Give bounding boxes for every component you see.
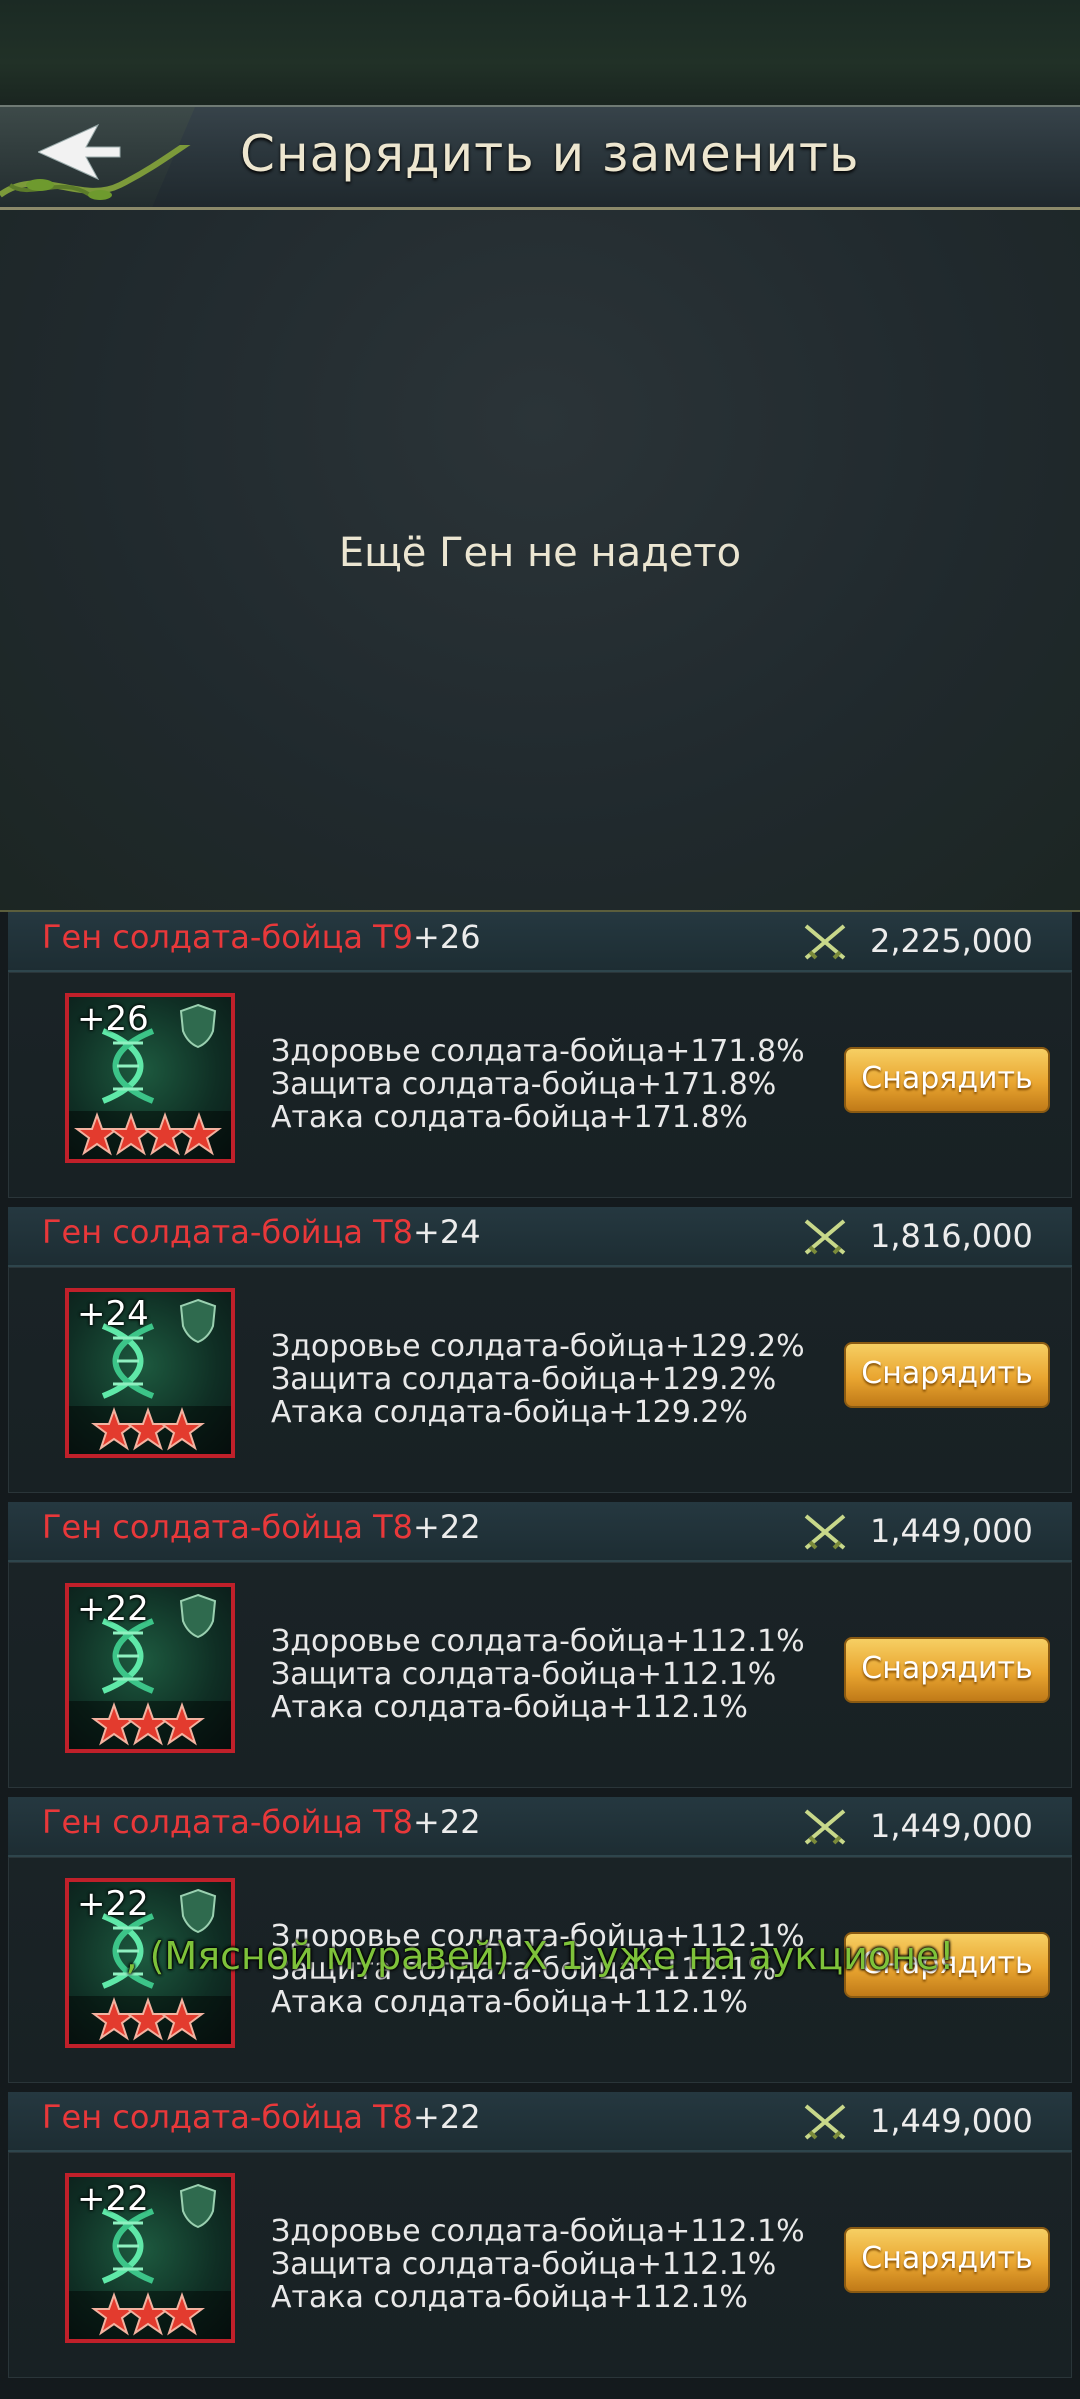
gene-name: Ген солдата-бойца T8+22: [42, 1803, 481, 1841]
shield-icon: [179, 1003, 217, 1049]
stat-defense: Защита солдата-бойца+112.1%: [271, 1657, 777, 1692]
gene-card-body: +22 Здоровье солдата-бойца+112.1% Защита…: [8, 2152, 1072, 2378]
gene-stats: Здоровье солдата-бойца+112.1% Защита сол…: [271, 2215, 805, 2314]
star-icon: [159, 1702, 205, 1746]
equipped-slot-panel: Ещё Ген не надето: [0, 210, 1080, 912]
gene-name: Ген солдата-бойца T8+24: [42, 1213, 481, 1251]
gene-stats: Здоровье солдата-бойца+112.1% Защита сол…: [271, 1625, 805, 1724]
gene-name: Ген солдата-бойца T8+22: [42, 1508, 481, 1546]
star-icon: [74, 1112, 120, 1156]
stat-attack: Атака солдата-бойца+171.8%: [271, 1100, 748, 1135]
gene-level-badge: +24: [77, 1294, 149, 1334]
gene-item-icon[interactable]: +26: [65, 993, 235, 1163]
star-icon: [159, 2292, 205, 2336]
gene-card: Ген солдата-бойца T8+24 1,816,000 +24 Зд…: [8, 1207, 1072, 1497]
gene-card-body: +26 Здоровье солдата-бойца+171.8% Защита…: [8, 972, 1072, 1198]
gene-level-badge: +22: [77, 2179, 149, 2219]
stat-defense: Защита солдата-бойца+112.1%: [271, 2247, 777, 2282]
equip-button[interactable]: Снарядить: [844, 1047, 1050, 1113]
stat-defense: Защита солдата-бойца+171.8%: [271, 1067, 777, 1102]
power-value: 1,449,000: [870, 1807, 1033, 1845]
gene-level-badge: +26: [77, 999, 149, 1039]
gene-level: +24: [413, 1213, 481, 1251]
gene-stats: Здоровье солдата-бойца+129.2% Защита сол…: [271, 1330, 805, 1429]
stat-defense: Защита солдата-бойца+129.2%: [271, 1362, 777, 1397]
star-rating: [69, 1996, 231, 2044]
page-title: Снарядить и заменить: [240, 125, 860, 183]
star-icon: [125, 2292, 171, 2336]
crossed-swords-icon: [804, 2104, 846, 2140]
equip-button[interactable]: Снарядить: [844, 1342, 1050, 1408]
gene-level-badge: +22: [77, 1884, 149, 1924]
crossed-swords-icon: [804, 1514, 846, 1550]
shield-icon: [179, 2183, 217, 2229]
shield-icon: [179, 1593, 217, 1639]
equip-button[interactable]: Снарядить: [844, 1637, 1050, 1703]
stat-health: Здоровье солдата-бойца+171.8%: [271, 1034, 805, 1069]
gene-card-body: +24 Здоровье солдата-бойца+129.2% Защита…: [8, 1267, 1072, 1493]
auction-toast-message: , (Мясной муравей) X 1 уже на аукционе!: [125, 1934, 955, 1978]
star-icon: [91, 1702, 137, 1746]
gene-level: +22: [413, 1803, 481, 1841]
star-icon: [142, 1112, 188, 1156]
star-icon: [91, 1407, 137, 1451]
stat-health: Здоровье солдата-бойца+129.2%: [271, 1329, 805, 1364]
power-value: 1,816,000: [870, 1217, 1033, 1255]
power-value: 1,449,000: [870, 1512, 1033, 1550]
gene-card: Ген солдата-бойца T9+26 2,225,000 +26 Зд…: [8, 912, 1072, 1202]
star-rating: [69, 1701, 231, 1749]
empty-state-message: Ещё Ген не надето: [338, 530, 742, 576]
gene-card-header: Ген солдата-бойца T8+22 1,449,000: [8, 1502, 1072, 1562]
gene-item-icon[interactable]: +22: [65, 1583, 235, 1753]
gene-level: +22: [413, 1508, 481, 1546]
star-icon: [125, 1407, 171, 1451]
star-icon: [125, 1997, 171, 2041]
star-icon: [91, 2292, 137, 2336]
gene-item-icon[interactable]: +24: [65, 1288, 235, 1458]
shield-icon: [179, 1298, 217, 1344]
gene-stats: Здоровье солдата-бойца+171.8% Защита сол…: [271, 1035, 805, 1134]
star-icon: [159, 1997, 205, 2041]
gene-card-header: Ген солдата-бойца T8+22 1,449,000: [8, 2092, 1072, 2152]
stat-attack: Атака солдата-бойца+112.1%: [271, 2280, 748, 2315]
power-value: 2,225,000: [870, 922, 1033, 960]
stat-health: Здоровье солдата-бойца+112.1%: [271, 1624, 805, 1659]
star-icon: [176, 1112, 222, 1156]
star-icon: [125, 1702, 171, 1746]
gene-name: Ген солдата-бойца T8+22: [42, 2098, 481, 2136]
power-value: 1,449,000: [870, 2102, 1033, 2140]
header-bar: Снарядить и заменить: [0, 105, 1080, 210]
star-icon: [108, 1112, 154, 1156]
star-rating: [69, 1406, 231, 1454]
gene-card: Ген солдата-бойца T8+22 1,449,000 +22 Зд…: [8, 1502, 1072, 1792]
gene-item-icon[interactable]: +22: [65, 2173, 235, 2343]
shield-icon: [179, 1888, 217, 1934]
gene-level: +26: [413, 918, 481, 956]
star-icon: [91, 1997, 137, 2041]
star-rating: [69, 1111, 231, 1159]
gene-name: Ген солдата-бойца T9+26: [42, 918, 481, 956]
top-background: [0, 0, 1080, 105]
vine-decoration-icon: [0, 145, 191, 200]
stat-health: Здоровье солдата-бойца+112.1%: [271, 2214, 805, 2249]
equip-button[interactable]: Снарядить: [844, 2227, 1050, 2293]
gene-card-body: +22 Здоровье солдата-бойца+112.1% Защита…: [8, 1562, 1072, 1788]
stat-attack: Атака солдата-бойца+112.1%: [271, 1690, 748, 1725]
crossed-swords-icon: [804, 1809, 846, 1845]
gene-card-header: Ген солдата-бойца T8+24 1,816,000: [8, 1207, 1072, 1267]
gene-card-header: Ген солдата-бойца T9+26 2,225,000: [8, 912, 1072, 972]
star-icon: [159, 1407, 205, 1451]
stat-attack: Атака солдата-бойца+129.2%: [271, 1395, 748, 1430]
gene-level: +22: [413, 2098, 481, 2136]
gene-level-badge: +22: [77, 1589, 149, 1629]
gene-card: Ген солдата-бойца T8+22 1,449,000 +22 Зд…: [8, 2092, 1072, 2382]
star-rating: [69, 2291, 231, 2339]
crossed-swords-icon: [804, 924, 846, 960]
crossed-swords-icon: [804, 1219, 846, 1255]
stat-attack: Атака солдата-бойца+112.1%: [271, 1985, 748, 2020]
gene-card-header: Ген солдата-бойца T8+22 1,449,000: [8, 1797, 1072, 1857]
